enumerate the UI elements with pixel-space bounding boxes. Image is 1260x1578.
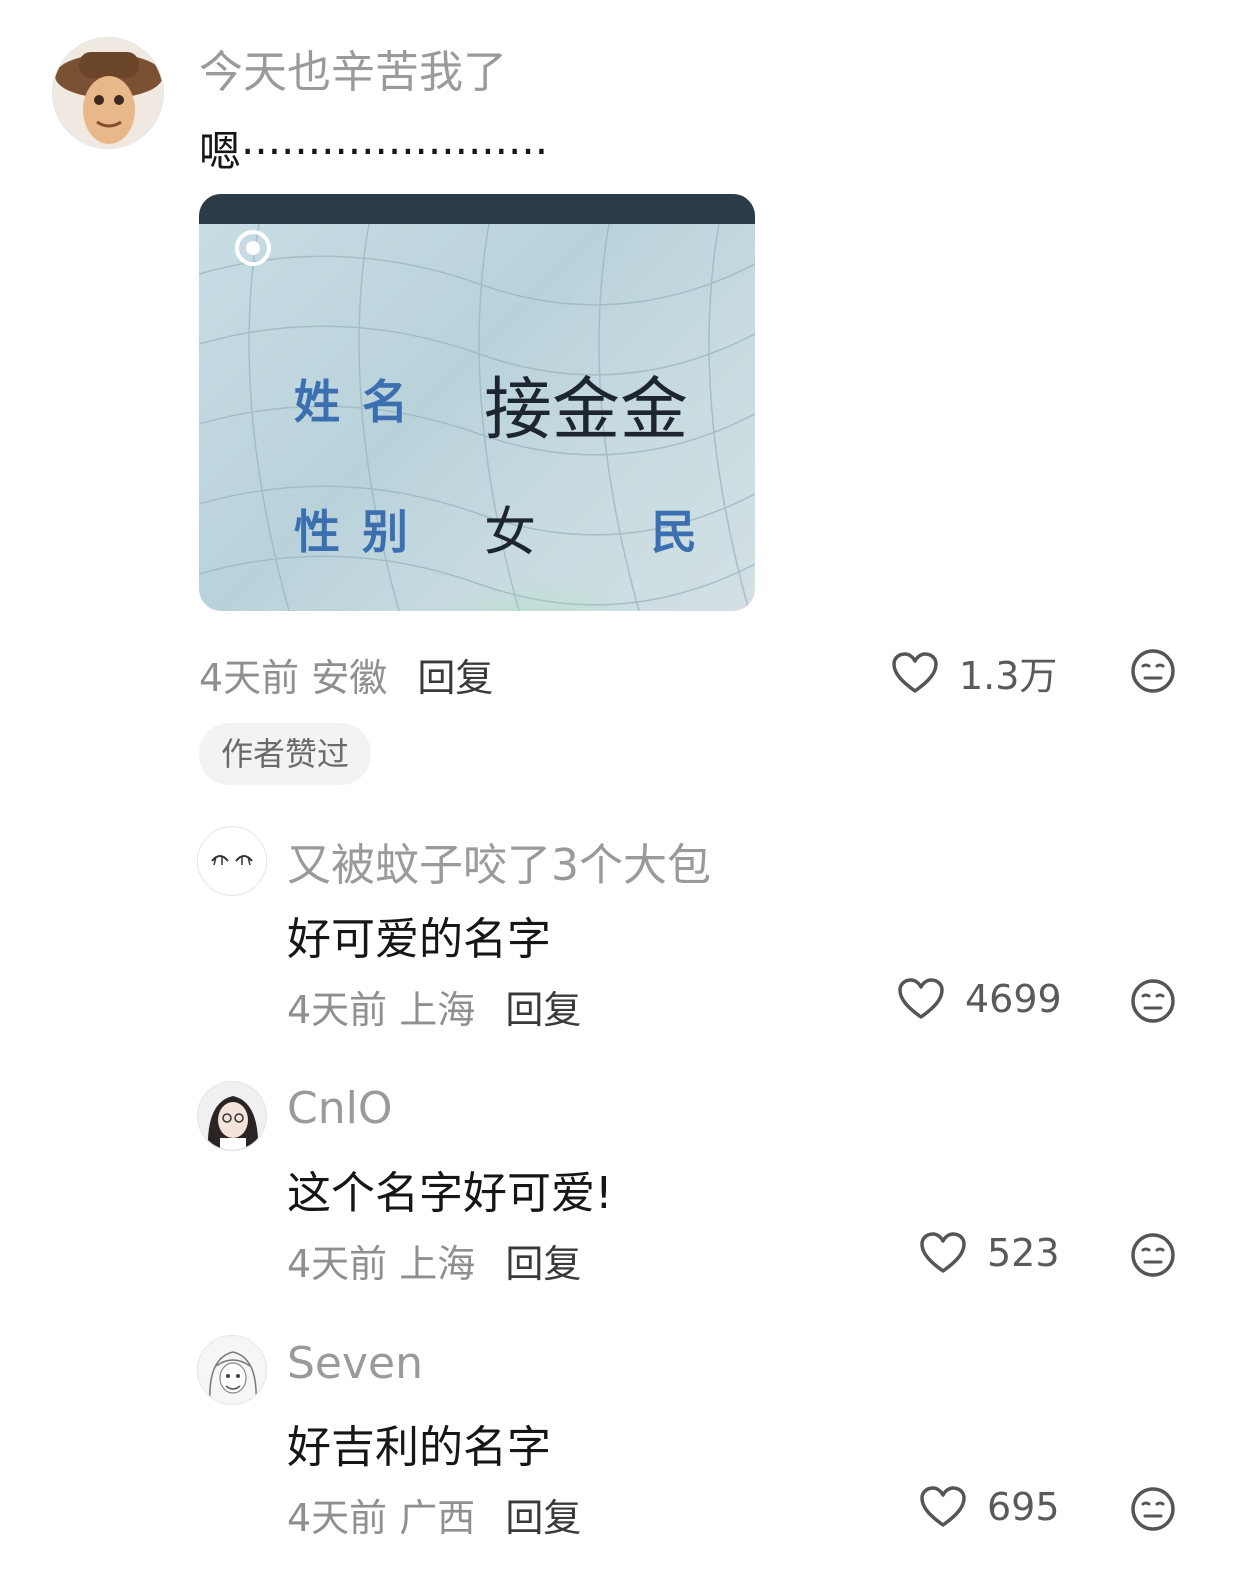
reply-button[interactable]: 回复 — [505, 1496, 581, 1540]
like-count: 523 — [987, 1231, 1060, 1275]
id-name-value: 接金金 — [484, 371, 689, 450]
id-gender-value: 女 — [484, 503, 537, 563]
like-button[interactable]: 523 — [919, 1231, 1060, 1275]
reply-meta: 4天前 广西 回复 — [287, 1487, 581, 1542]
like-button[interactable]: 1.3万 — [891, 645, 1057, 700]
like-button[interactable]: 4699 — [897, 977, 1062, 1021]
react-button[interactable] — [1130, 1232, 1176, 1282]
reply-username[interactable]: 又被蚊子咬了3个大包 — [287, 829, 711, 893]
heart-outline-icon — [892, 651, 938, 693]
user-avatar[interactable] — [197, 1081, 267, 1151]
reply-location: 上海 — [399, 1242, 476, 1286]
neutral-face-icon — [1131, 979, 1175, 1023]
reply-time: 4天前 — [287, 988, 388, 1032]
like-count: 4699 — [965, 977, 1062, 1021]
id-gender-label: 性别 — [294, 505, 430, 559]
reply-time: 4天前 — [287, 1496, 388, 1540]
user-avatar[interactable] — [197, 1335, 267, 1405]
neutral-face-icon — [1131, 1487, 1175, 1531]
reply-location: 上海 — [399, 988, 476, 1032]
author-liked-badge: 作者赞过 — [199, 723, 372, 785]
reply-time: 4天前 — [287, 1242, 388, 1286]
reply-button[interactable]: 回复 — [505, 1242, 581, 1286]
comment-text: 嗯······················· — [199, 127, 549, 176]
reply-username[interactable]: CnlO — [287, 1083, 392, 1134]
reply-text: 好可爱的名字 — [287, 914, 551, 965]
like-button[interactable]: 695 — [919, 1485, 1060, 1529]
reply-meta: 4天前 上海 回复 — [287, 1233, 581, 1288]
reply-username[interactable]: Seven — [287, 1338, 423, 1389]
id-ethnic-label: 民 族 — [651, 505, 755, 559]
reply-button[interactable]: 回复 — [417, 656, 493, 700]
user-avatar[interactable] — [197, 826, 267, 896]
reply-text: 好吉利的名字 — [287, 1422, 551, 1473]
cowboy-avatar-icon — [55, 52, 163, 144]
id-name-label: 姓名 — [294, 375, 430, 429]
comment-meta: 4天前 安徽 回复 — [199, 647, 493, 702]
hologram-glow — [399, 574, 679, 611]
react-button[interactable] — [1130, 1486, 1176, 1536]
like-count: 695 — [987, 1485, 1060, 1529]
comment-username[interactable]: 今天也辛苦我了 — [199, 36, 507, 100]
comment-location: 安徽 — [311, 656, 388, 700]
reply-location: 广西 — [399, 1496, 476, 1540]
comment-time: 4天前 — [199, 656, 300, 700]
neutral-face-icon — [1131, 649, 1175, 693]
heart-outline-icon — [898, 978, 944, 1019]
heart-outline-icon — [920, 1232, 966, 1273]
reply-meta: 4天前 上海 回复 — [287, 979, 581, 1034]
react-button[interactable] — [1130, 978, 1176, 1028]
reply-button[interactable]: 回复 — [505, 988, 581, 1032]
reply-text: 这个名字好可爱! — [287, 1168, 613, 1219]
sketch-girl-avatar-icon — [209, 1351, 257, 1403]
heart-outline-icon — [920, 1486, 966, 1527]
anime-girl-avatar-icon — [207, 1096, 259, 1150]
react-button[interactable] — [1130, 648, 1176, 698]
sketch-eyes-avatar-icon — [211, 855, 253, 866]
neutral-face-icon — [1131, 1233, 1175, 1277]
like-count: 1.3万 — [959, 654, 1058, 698]
user-avatar[interactable] — [52, 37, 164, 149]
comment-image[interactable]: 姓名 接金金 性别 女 民 族 — [199, 194, 755, 611]
